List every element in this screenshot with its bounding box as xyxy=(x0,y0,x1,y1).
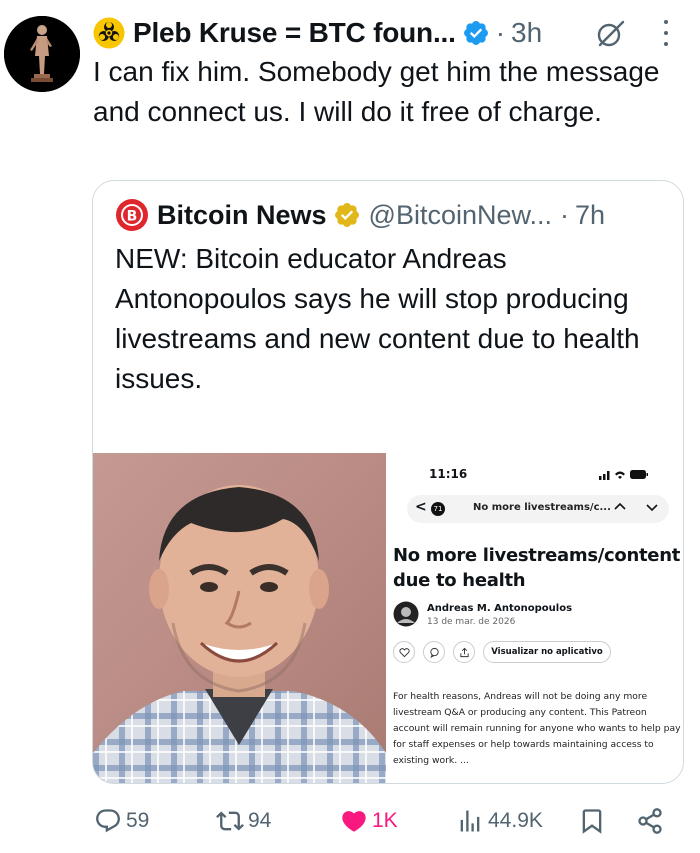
like-count: 1K xyxy=(372,809,398,832)
bookmark-button[interactable] xyxy=(578,803,606,839)
phone-post-body: For health reasons, Andreas will not be … xyxy=(393,691,681,766)
phone-author-avatar xyxy=(393,601,419,627)
author-display-name[interactable]: Pleb Kruse = BTC foun... xyxy=(133,17,456,49)
share-icon xyxy=(638,808,662,834)
quote-display-name[interactable]: Bitcoin News xyxy=(157,200,327,231)
phone-back-icon: < xyxy=(415,499,427,515)
svg-text:B: B xyxy=(127,209,138,225)
phone-chevron-down-icon xyxy=(646,504,658,512)
bookmark-icon xyxy=(582,809,602,834)
quote-text: NEW: Bitcoin educator Andreas Antonopoul… xyxy=(115,243,640,394)
phone-heart-icon xyxy=(393,641,415,663)
views-count: 44.9K xyxy=(488,809,543,832)
repost-button[interactable]: 94 xyxy=(216,803,271,839)
phone-nav-title: No more livestreams/c... xyxy=(473,502,611,513)
phone-count-badge: 71 xyxy=(431,502,445,516)
phone-post-title: No more livestreams/content due to healt… xyxy=(393,545,681,591)
author-avatar[interactable] xyxy=(4,16,80,92)
tweet-text: I can fix him. Somebody get him the mess… xyxy=(93,56,660,127)
biohazard-icon xyxy=(93,17,125,49)
quote-header: B Bitcoin News @BitcoinNew... · 7h xyxy=(115,195,605,235)
tweet-header: Pleb Kruse = BTC foun... · 3h xyxy=(93,12,542,54)
bitcoin-logo-icon[interactable]: B xyxy=(115,198,149,232)
phone-share-icon xyxy=(453,641,475,663)
views-icon xyxy=(460,810,480,832)
reply-count: 59 xyxy=(126,809,150,832)
more-icon[interactable] xyxy=(662,20,670,46)
quote-timestamp[interactable]: 7h xyxy=(575,200,605,231)
grok-icon[interactable] xyxy=(596,18,626,48)
quote-separator: · xyxy=(560,199,570,230)
like-icon xyxy=(342,811,366,832)
header-separator: · xyxy=(495,17,506,48)
phone-status-time: 11:16 xyxy=(429,467,468,481)
action-bar: 59 94 1K 44.9K xyxy=(0,803,700,839)
phone-nav-bar: < 71 No more livestreams/c... xyxy=(407,495,669,523)
like-button[interactable]: 1K xyxy=(340,803,398,839)
reply-icon xyxy=(96,809,120,833)
portrait-photo[interactable] xyxy=(93,453,386,783)
verified-badge-icon[interactable] xyxy=(462,19,490,47)
phone-screenshot: 11:16 < 71 No more livestreams/c... No m… xyxy=(389,453,683,783)
views-button[interactable]: 44.9K xyxy=(456,803,543,839)
repost-icon xyxy=(216,811,244,831)
phone-status-icons xyxy=(599,470,648,480)
repost-count: 94 xyxy=(248,809,272,832)
phone-visualizar-button: Visualizar no aplicativo xyxy=(483,641,611,663)
share-button[interactable] xyxy=(636,803,664,839)
phone-author-name: Andreas M. Antonopoulos xyxy=(427,603,573,614)
quote-handle[interactable]: @BitcoinNew... xyxy=(369,200,552,231)
quote-media[interactable]: 11:16 < 71 No more livestreams/c... No m… xyxy=(93,453,683,783)
phone-comment-icon xyxy=(423,641,445,663)
verified-badge-gold-icon[interactable] xyxy=(333,201,361,229)
phone-post-date: 13 de mar. de 2026 xyxy=(427,617,516,627)
tweet-timestamp[interactable]: 3h xyxy=(511,17,542,49)
phone-chevron-up-icon xyxy=(614,502,626,510)
quoted-tweet[interactable]: B Bitcoin News @BitcoinNew... · 7h NEW: … xyxy=(92,180,684,784)
reply-button[interactable]: 59 xyxy=(94,803,149,839)
